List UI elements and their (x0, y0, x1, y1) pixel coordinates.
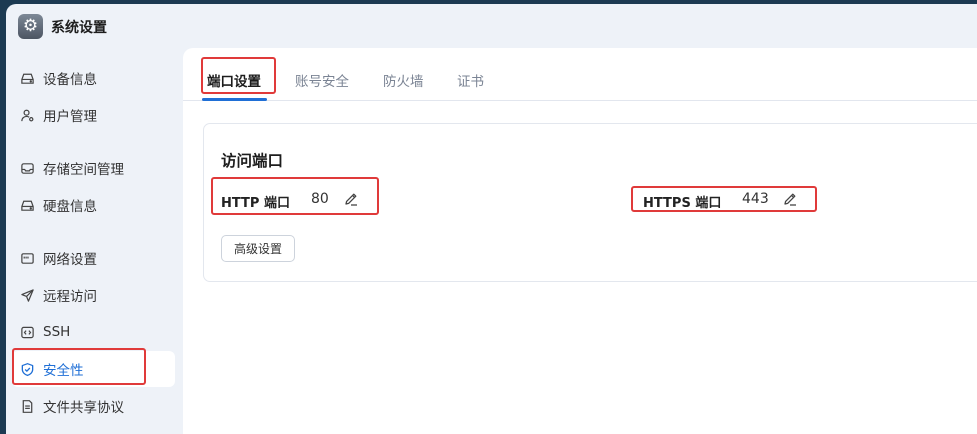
sidebar-item-disk-info[interactable]: 硬盘信息 (12, 187, 175, 223)
sidebar: 设备信息 用户管理 存储空间管理 硬盘信息 网络设置 远程访问 SSH 安全性 … (6, 48, 183, 434)
send-icon (18, 286, 36, 304)
https-port-value: 443 (742, 191, 769, 207)
edit-http-port-icon[interactable] (343, 191, 359, 207)
window-title: 系统设置 (51, 20, 107, 36)
sidebar-item-label: 硬盘信息 (43, 199, 97, 215)
tab-bar: 端口设置 账号安全 防火墙 证书 (183, 48, 977, 101)
sidebar-item-label: SSH (43, 324, 71, 340)
advanced-settings-button[interactable]: 高级设置 (221, 235, 295, 262)
sidebar-item-label: 用户管理 (43, 109, 97, 125)
tab-certificate[interactable]: 证书 (457, 70, 484, 90)
gear-icon: ⚙ (18, 14, 43, 39)
sidebar-item-ssh[interactable]: SSH (12, 314, 175, 350)
code-icon (18, 323, 36, 341)
tab-firewall[interactable]: 防火墙 (383, 70, 424, 90)
sidebar-item-label: 设备信息 (43, 72, 97, 88)
sidebar-item-network[interactable]: 网络设置 (12, 240, 175, 276)
sidebar-item-remote-access[interactable]: 远程访问 (12, 277, 175, 313)
sidebar-item-file-sharing[interactable]: 文件共享协议 (12, 388, 175, 424)
title-bar: ⚙ 系统设置 (6, 4, 977, 48)
sidebar-item-label: 远程访问 (43, 289, 97, 305)
storage-icon (18, 159, 36, 177)
network-icon (18, 249, 36, 267)
access-port-card: 访问端口 HTTP 端口 80 HTTPS 端口 443 高级设置 (203, 123, 977, 282)
http-port-value: 80 (311, 191, 329, 207)
tab-port-settings[interactable]: 端口设置 (207, 70, 261, 90)
settings-window: ⚙ 系统设置 设备信息 用户管理 存储空间管理 硬盘信息 网络设置 远程访问 S… (6, 4, 977, 434)
section-title: 访问端口 (221, 152, 284, 170)
main-content: 端口设置 账号安全 防火墙 证书 访问端口 HTTP 端口 80 HTTPS 端… (183, 48, 977, 434)
sidebar-item-security[interactable]: 安全性 (12, 351, 175, 387)
active-tab-indicator (202, 98, 267, 101)
user-icon (18, 106, 36, 124)
file-icon (18, 397, 36, 415)
sidebar-item-label: 网络设置 (43, 252, 97, 268)
http-port-label: HTTP 端口 (221, 196, 290, 211)
tab-account-security[interactable]: 账号安全 (295, 70, 349, 90)
sidebar-item-user-management[interactable]: 用户管理 (12, 97, 175, 133)
sidebar-item-device-info[interactable]: 设备信息 (12, 60, 175, 96)
disk-icon (18, 196, 36, 214)
sidebar-item-storage[interactable]: 存储空间管理 (12, 150, 175, 186)
https-port-label: HTTPS 端口 (643, 196, 722, 211)
edit-https-port-icon[interactable] (782, 191, 798, 207)
sidebar-item-label: 存储空间管理 (43, 162, 124, 178)
shield-icon (18, 360, 36, 378)
sidebar-item-label: 安全性 (43, 363, 84, 379)
device-icon (18, 69, 36, 87)
sidebar-item-label: 文件共享协议 (43, 400, 124, 416)
